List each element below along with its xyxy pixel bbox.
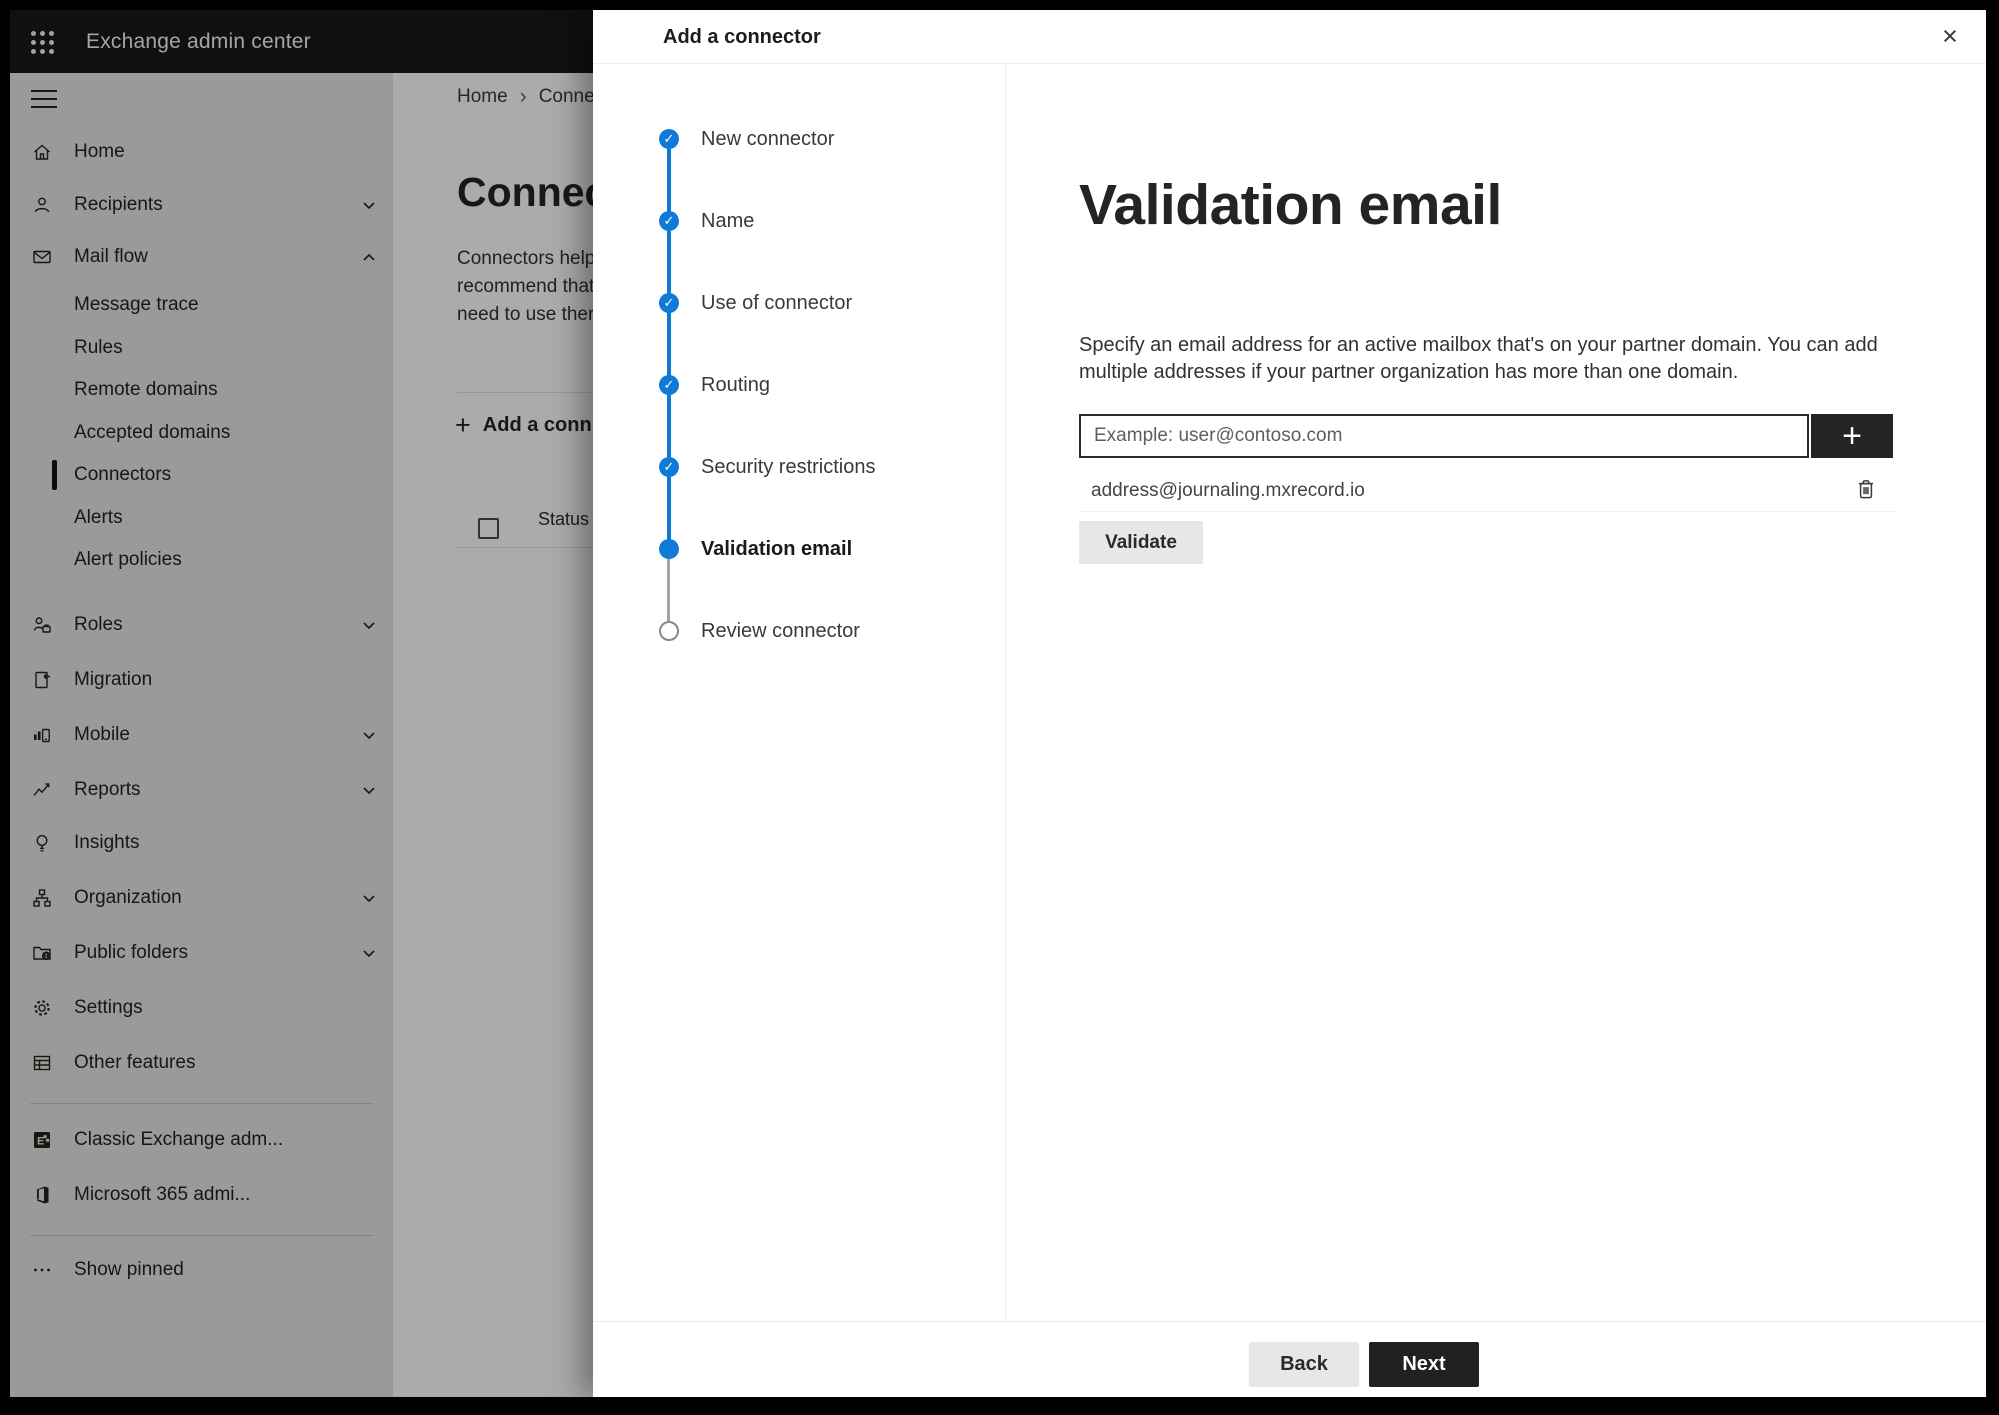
validate-button[interactable]: Validate [1079, 521, 1203, 564]
check-icon: ✓ [663, 377, 675, 392]
step-dot-validation-email [659, 539, 679, 559]
step-dot-routing: ✓ [659, 375, 679, 395]
add-address-button[interactable]: + [1811, 414, 1893, 458]
next-button[interactable]: Next [1369, 1342, 1479, 1387]
trash-icon [1858, 480, 1874, 499]
address-list-divider [1079, 511, 1895, 512]
step-new-connector[interactable]: New connector [701, 126, 834, 152]
back-button[interactable]: Back [1249, 1342, 1359, 1387]
application-window: Exchange admin center Home Recipients Ma… [10, 10, 1986, 1397]
address-list-item: address@journaling.mxrecord.io [1091, 480, 1365, 501]
check-icon: ✓ [663, 295, 675, 310]
check-icon: ✓ [663, 459, 675, 474]
delete-address-button[interactable] [1851, 474, 1881, 504]
email-address-input[interactable] [1079, 414, 1809, 458]
step-validation-email[interactable]: Validation email [701, 536, 852, 562]
step-description: Specify an email address for an active m… [1079, 334, 1878, 383]
step-dot-name: ✓ [659, 211, 679, 231]
step-routing[interactable]: Routing [701, 372, 770, 398]
panel-title: Add a connector [663, 26, 821, 48]
check-icon: ✓ [663, 131, 675, 146]
step-dot-use-of-connector: ✓ [659, 293, 679, 313]
panel-footer: Back Next [593, 1321, 1986, 1397]
step-connector-line-upcoming [667, 549, 670, 631]
panel-header: Add a connector × [593, 10, 1986, 64]
wizard-content-divider [1005, 65, 1006, 1321]
step-dot-review-connector [659, 621, 679, 641]
step-review-connector[interactable]: Review connector [701, 618, 860, 644]
step-heading: Validation email [1079, 173, 1502, 237]
step-dot-security-restrictions: ✓ [659, 457, 679, 477]
step-name[interactable]: Name [701, 208, 754, 234]
step-connector-line-completed [667, 139, 671, 549]
plus-icon: + [1842, 417, 1862, 455]
step-security-restrictions[interactable]: Security restrictions [701, 454, 876, 480]
check-icon: ✓ [663, 213, 675, 228]
close-icon[interactable]: × [1932, 18, 1968, 54]
step-dot-new-connector: ✓ [659, 129, 679, 149]
step-use-of-connector[interactable]: Use of connector [701, 290, 852, 316]
add-connector-panel: Add a connector × ✓ New connector ✓ Name… [593, 10, 1986, 1397]
